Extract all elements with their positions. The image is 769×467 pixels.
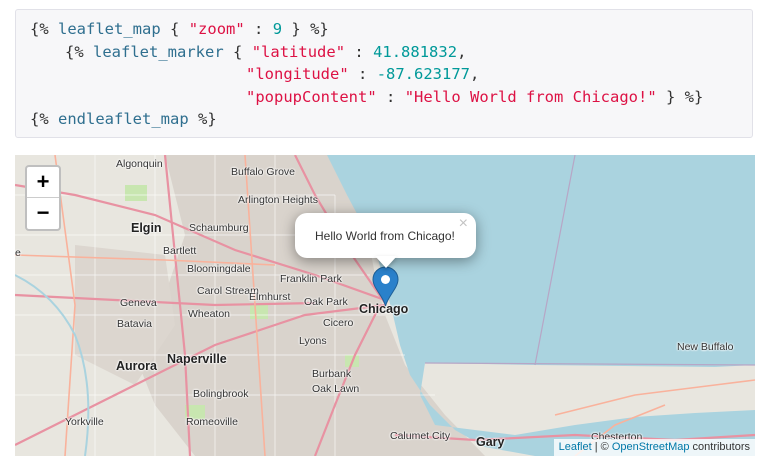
attribution-suffix: contributors xyxy=(689,441,750,453)
place-oak-park: Oak Park xyxy=(304,296,348,308)
code-line-4: "popupContent" : "Hello World from Chica… xyxy=(246,88,704,106)
place-naperville: Naperville xyxy=(167,352,227,366)
code-line-2: {% leaflet_marker { "latitude" : 41.8818… xyxy=(65,43,467,61)
place-buffalo-grove: Buffalo Grove xyxy=(231,166,296,178)
place-cicero: Cicero xyxy=(323,317,354,329)
place-franklin-park: Franklin Park xyxy=(280,273,342,285)
place-e: e xyxy=(15,247,21,259)
marker-popup[interactable]: Hello World from Chicago! × xyxy=(295,213,476,258)
place-new-buffalo: New Buffalo xyxy=(677,341,734,353)
place-burbank: Burbank xyxy=(312,368,352,380)
place-geneva: Geneva xyxy=(120,297,157,309)
place-wheaton: Wheaton xyxy=(188,308,231,320)
place-batavia: Batavia xyxy=(117,318,153,330)
place-oak-lawn: Oak Lawn xyxy=(312,383,360,395)
marker-pin-icon[interactable] xyxy=(372,266,399,307)
place-romeoville: Romeoville xyxy=(186,416,238,428)
place-calumet-city: Calumet City xyxy=(390,430,451,442)
zoom-out-button[interactable]: − xyxy=(27,198,59,228)
code-line-1: {% leaflet_map { "zoom" : 9 } %} xyxy=(30,20,329,38)
place-arlington-heights: Arlington Heights xyxy=(238,194,318,206)
popup-tip xyxy=(375,256,397,268)
attribution-separator: | © xyxy=(591,441,612,453)
zoom-control: + − xyxy=(25,165,61,231)
place-algonquin: Algonquin xyxy=(116,158,163,170)
code-line-3: "longitude" : -87.623177, xyxy=(246,65,480,83)
place-yorkville: Yorkville xyxy=(65,416,104,428)
place-bartlett: Bartlett xyxy=(163,245,197,257)
place-aurora: Aurora xyxy=(116,359,157,373)
popup-close-icon[interactable]: × xyxy=(459,215,468,233)
leaflet-link[interactable]: Leaflet xyxy=(559,441,592,453)
place-elmhurst: Elmhurst xyxy=(249,291,291,303)
popup-content: Hello World from Chicago! xyxy=(315,229,455,243)
openstreetmap-link[interactable]: OpenStreetMap xyxy=(612,441,690,453)
place-elgin: Elgin xyxy=(131,221,162,235)
place-gary: Gary xyxy=(476,435,505,449)
place-bolingbrook: Bolingbrook xyxy=(193,388,249,400)
place-lyons: Lyons xyxy=(299,335,327,347)
map-attribution: Leaflet | © OpenStreetMap contributors xyxy=(553,439,755,456)
code-line-5: {% endleaflet_map %} xyxy=(30,110,217,128)
place-schaumburg: Schaumburg xyxy=(189,222,249,234)
zoom-in-button[interactable]: + xyxy=(27,167,59,198)
leaflet-map[interactable]: Algonquin Buffalo Grove Arlington Height… xyxy=(15,155,755,456)
code-block: {% leaflet_map { "zoom" : 9 } %} {% leaf… xyxy=(15,9,753,138)
place-bloomingdale: Bloomingdale xyxy=(187,263,251,275)
